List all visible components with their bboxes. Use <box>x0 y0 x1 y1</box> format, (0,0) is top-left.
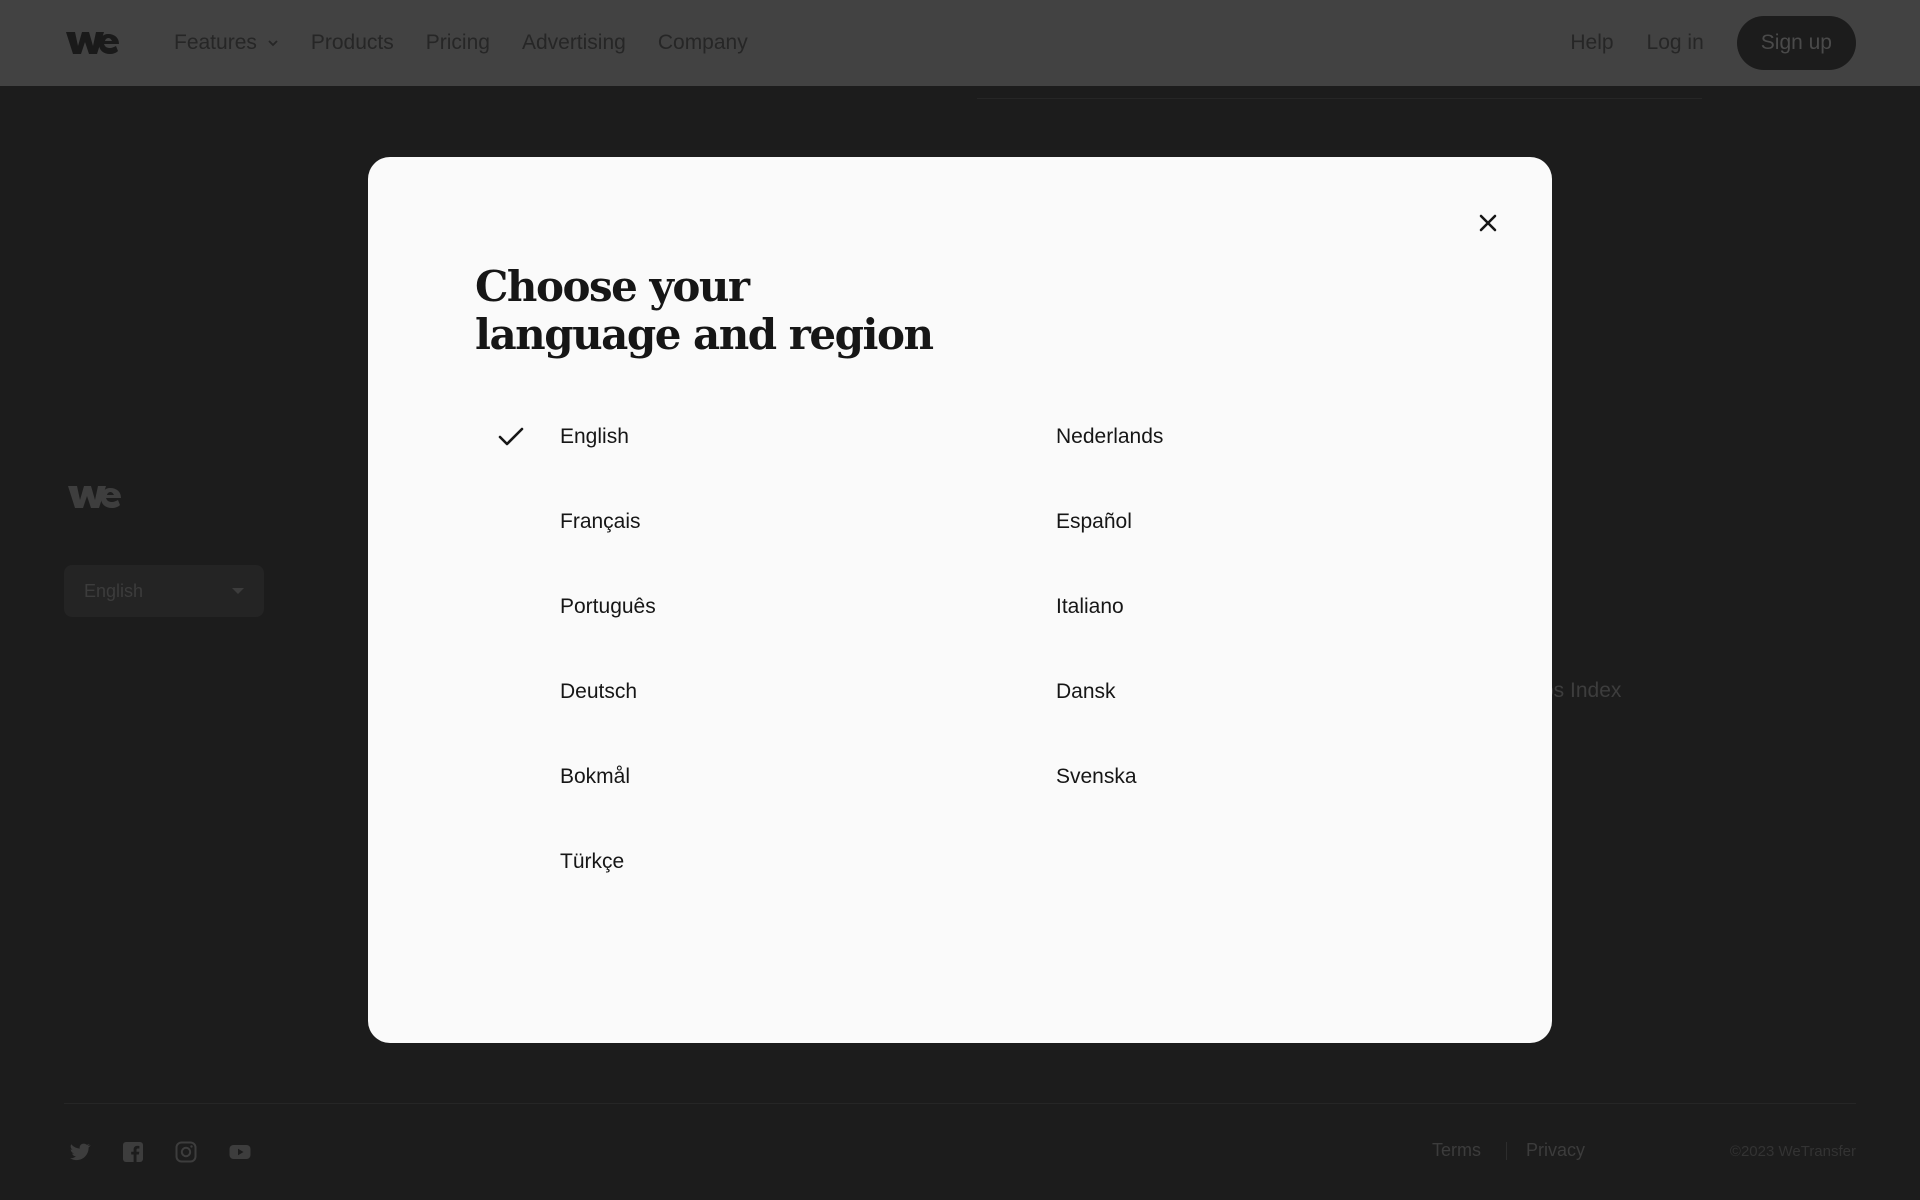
top-navigation: Features Products Pricing Advertising Co… <box>0 0 1920 86</box>
language-label: Português <box>560 595 656 618</box>
language-label: Dansk <box>1056 680 1116 703</box>
wetransfer-logo-icon[interactable] <box>64 28 120 58</box>
language-option-dansk[interactable]: Dansk <box>1056 672 1116 712</box>
footer-divider <box>64 1103 1856 1104</box>
language-option-espanol[interactable]: Español <box>1056 502 1132 542</box>
language-option-portugues[interactable]: Português <box>560 587 656 627</box>
language-label: Français <box>560 510 641 533</box>
language-option-english[interactable]: English <box>498 417 629 457</box>
signup-button[interactable]: Sign up <box>1736 16 1856 70</box>
language-label: Bokmål <box>560 765 631 788</box>
close-icon <box>1479 214 1497 232</box>
language-option-italiano[interactable]: Italiano <box>1056 587 1124 627</box>
language-label: Türkçe <box>560 850 625 873</box>
check-icon <box>498 427 524 446</box>
nav-pricing[interactable]: Pricing <box>426 31 490 55</box>
twitter-icon[interactable] <box>68 1140 92 1164</box>
footer-separator <box>1506 1142 1507 1160</box>
language-option-deutsch[interactable]: Deutsch <box>560 672 637 712</box>
modal-title: Choose your language and region <box>475 262 934 359</box>
language-option-svenska[interactable]: Svenska <box>1056 757 1137 797</box>
nav-right: Help Log in Sign up <box>1570 16 1856 70</box>
modal-title-line-1: Choose your <box>475 262 750 311</box>
language-label: Svenska <box>1056 765 1137 788</box>
instagram-icon[interactable] <box>174 1140 198 1164</box>
nav-company[interactable]: Company <box>658 31 748 55</box>
close-button[interactable] <box>1476 211 1500 235</box>
help-link[interactable]: Help <box>1570 31 1613 55</box>
nav-features-label: Features <box>174 31 257 54</box>
language-select-value: English <box>84 580 144 601</box>
language-select[interactable]: English <box>64 565 264 617</box>
caret-down-icon <box>232 588 244 594</box>
nav-links: Features Products Pricing Advertising Co… <box>174 31 748 55</box>
youtube-icon[interactable] <box>228 1140 252 1164</box>
terms-link[interactable]: Terms <box>1432 1140 1481 1161</box>
language-label: Italiano <box>1056 595 1124 618</box>
language-label: English <box>560 425 629 448</box>
language-label: Español <box>1056 510 1132 533</box>
nav-features[interactable]: Features <box>174 31 279 55</box>
copyright-text: ©2023 WeTransfer <box>1729 1143 1856 1160</box>
modal-title-line-2: language and region <box>475 310 934 359</box>
language-label: Deutsch <box>560 680 638 703</box>
language-option-bokmal[interactable]: Bokmål <box>560 757 630 797</box>
privacy-link[interactable]: Privacy <box>1526 1140 1585 1161</box>
login-link[interactable]: Log in <box>1647 31 1704 55</box>
language-option-turkce[interactable]: Türkçe <box>560 842 624 882</box>
nav-products[interactable]: Products <box>311 31 394 55</box>
background-link-fragment[interactable]: os Index <box>1542 679 1621 703</box>
facebook-icon[interactable] <box>121 1140 145 1164</box>
language-region-modal: Choose your language and region English … <box>368 157 1552 1043</box>
language-label: Nederlands <box>1056 425 1164 448</box>
language-option-nederlands[interactable]: Nederlands <box>1056 417 1163 457</box>
wetransfer-logo-icon <box>68 486 121 508</box>
chevron-down-icon <box>268 40 278 47</box>
language-option-francais[interactable]: Français <box>560 502 641 542</box>
nav-advertising[interactable]: Advertising <box>522 31 626 55</box>
divider <box>977 98 1702 99</box>
